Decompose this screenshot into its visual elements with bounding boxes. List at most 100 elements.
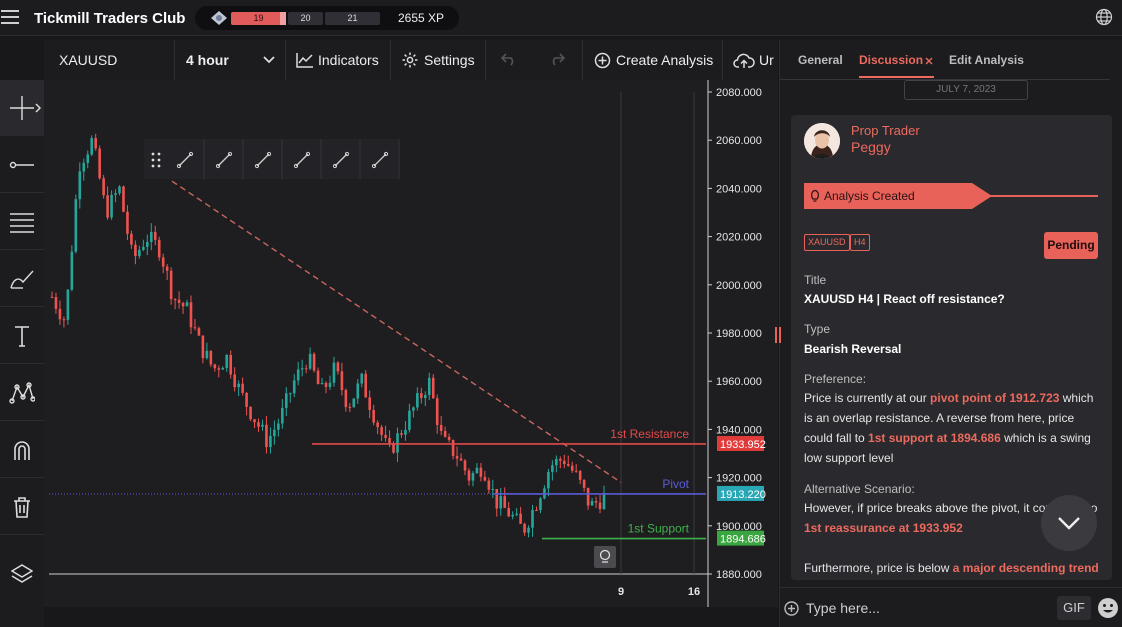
candle-body: [451, 439, 455, 456]
lightbulb-icon: [811, 189, 819, 202]
candle-body: [146, 241, 149, 247]
settings-button[interactable]: Settings: [401, 40, 475, 80]
author-name[interactable]: Peggy: [851, 139, 891, 155]
gif-button[interactable]: GIF: [1057, 596, 1091, 620]
app-title: Tickmill Traders Club: [34, 10, 186, 27]
tab-edit-analysis[interactable]: Edit Analysis: [949, 53, 1024, 67]
candle-body: [499, 496, 503, 509]
analysis-panel: General Discussion Edit Analysis JULY 7,…: [779, 40, 1122, 627]
delete-tool[interactable]: [0, 479, 44, 535]
y-tick-label: 2040.000: [716, 183, 762, 195]
candle-body: [491, 489, 495, 491]
crosshair-tool[interactable]: [0, 80, 44, 136]
candle-body: [566, 464, 570, 466]
interval-select[interactable]: 4 hour: [186, 40, 229, 80]
candle-body: [511, 514, 514, 517]
divider: [285, 40, 286, 80]
candle-body: [70, 251, 74, 290]
chevron-down-icon[interactable]: [263, 55, 275, 65]
message-input[interactable]: [806, 598, 1046, 618]
candle-body: [483, 476, 487, 481]
candle-body: [586, 487, 590, 506]
magnet-tool[interactable]: [0, 422, 44, 478]
crosshair-icon: [10, 95, 34, 120]
rank-badge-icon: [211, 11, 227, 25]
candle-body: [209, 350, 213, 365]
chart-canvas[interactable]: 2080.000 2060.000 2040.000 2020.000 2000.000…: [44, 80, 778, 607]
divider: [174, 40, 175, 80]
candle-body: [82, 162, 86, 172]
candle-body: [551, 465, 554, 472]
candle-body: [201, 335, 205, 359]
add-attachment-icon[interactable]: [784, 601, 799, 616]
timeframe-tag[interactable]: H4: [850, 234, 870, 251]
y-tick-label: 2080.000: [716, 87, 762, 99]
candle-body: [443, 430, 447, 437]
title-label: Title: [804, 273, 827, 287]
candle-body: [332, 362, 336, 383]
candle-body: [181, 302, 185, 307]
candle-body: [380, 427, 383, 435]
candle-body: [555, 458, 558, 466]
trash-icon: [14, 496, 30, 518]
candle-body: [98, 148, 101, 179]
candle-body: [539, 498, 542, 511]
undo-icon[interactable]: [501, 52, 517, 66]
upload-button[interactable]: Ur: [733, 40, 774, 80]
create-analysis-button[interactable]: Create Analysis: [594, 40, 713, 80]
candle-body: [308, 353, 312, 369]
candle-body: [376, 422, 379, 428]
candle-body: [169, 270, 173, 300]
candle-body: [90, 138, 94, 155]
candle-body: [404, 429, 407, 435]
pattern-tool[interactable]: [0, 365, 44, 421]
symbol-tag[interactable]: XAUUSD: [804, 234, 850, 251]
tab-general[interactable]: General: [798, 53, 843, 67]
candle-body: [134, 244, 137, 257]
candle-body: [249, 406, 252, 420]
layers-tool[interactable]: [0, 546, 44, 602]
candle-body: [503, 496, 507, 508]
candle-body: [527, 527, 530, 533]
candle-body: [94, 138, 97, 149]
author-role: Prop Trader: [851, 123, 920, 138]
close-icon[interactable]: [925, 57, 933, 65]
indicators-button[interactable]: Indicators: [296, 40, 379, 80]
candle-body: [165, 266, 169, 271]
price-chart[interactable]: 2080.000 2060.000 2040.000 2020.000 2000.000…: [44, 80, 778, 607]
globe-icon[interactable]: [1095, 8, 1113, 26]
emoji-icon[interactable]: [1097, 597, 1119, 619]
redo-icon[interactable]: [549, 52, 565, 66]
candle-body: [149, 232, 153, 242]
chevron-right-icon[interactable]: [35, 103, 41, 113]
candle-body: [189, 302, 193, 328]
candle-body: [435, 398, 439, 425]
panel-resize-handle[interactable]: [775, 325, 781, 345]
settings-label: Settings: [424, 52, 475, 68]
trendline-tool[interactable]: [0, 137, 44, 193]
candle-body: [237, 383, 240, 388]
candle-body: [50, 296, 54, 298]
candle-body: [102, 178, 105, 196]
candle-body: [118, 186, 121, 194]
candle-body: [578, 470, 582, 480]
candle-body: [598, 502, 602, 510]
candle-body: [217, 368, 221, 370]
menu-icon[interactable]: [1, 10, 19, 24]
y-tick-label: 2020.000: [716, 232, 762, 244]
scroll-down-button[interactable]: [1041, 495, 1097, 551]
x-tick-label: 9: [618, 586, 624, 598]
text-tool[interactable]: [0, 308, 44, 364]
candle-body: [277, 423, 280, 430]
fib-tool[interactable]: [0, 194, 44, 250]
drag-handle-dot: [151, 152, 155, 156]
tab-discussion[interactable]: Discussion: [859, 53, 923, 67]
candle-body: [594, 501, 598, 503]
candle-body: [62, 319, 66, 321]
price-tag-label: 1913.220: [720, 489, 766, 501]
brush-tool[interactable]: [0, 251, 44, 307]
symbol-selector[interactable]: XAUUSD: [59, 40, 117, 80]
candle-body: [582, 479, 586, 488]
candle-body: [590, 501, 594, 506]
candle-body: [408, 410, 411, 430]
